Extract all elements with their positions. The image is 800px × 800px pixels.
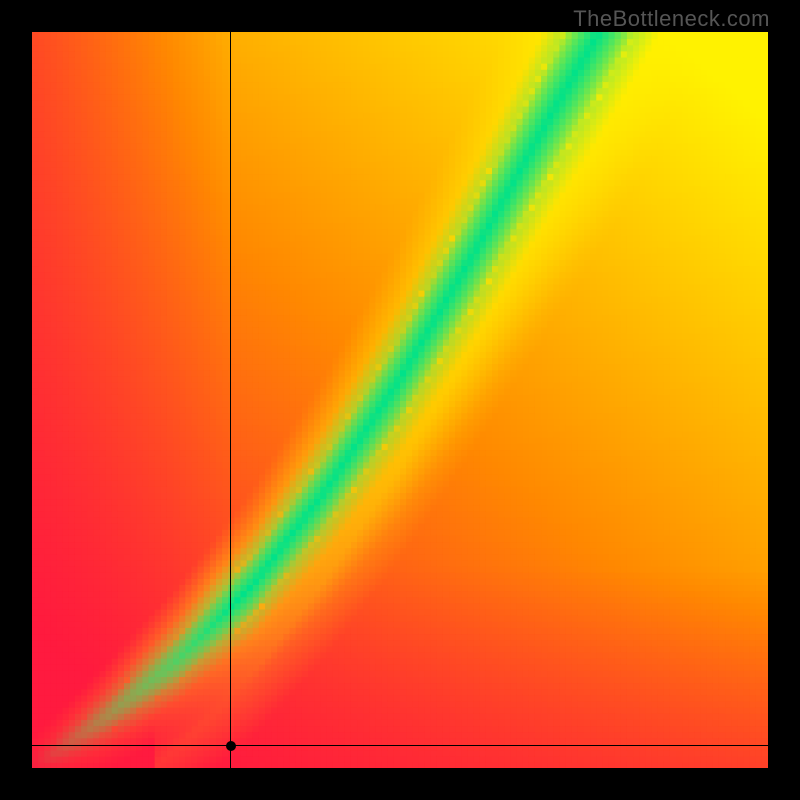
crosshair-vertical [230, 32, 231, 768]
chart-frame: TheBottleneck.com [0, 0, 800, 800]
heatmap-canvas [32, 32, 768, 768]
crosshair-horizontal [32, 745, 768, 746]
heatmap-plot [32, 32, 768, 768]
watermark-text: TheBottleneck.com [573, 6, 770, 32]
marker-dot [226, 741, 236, 751]
